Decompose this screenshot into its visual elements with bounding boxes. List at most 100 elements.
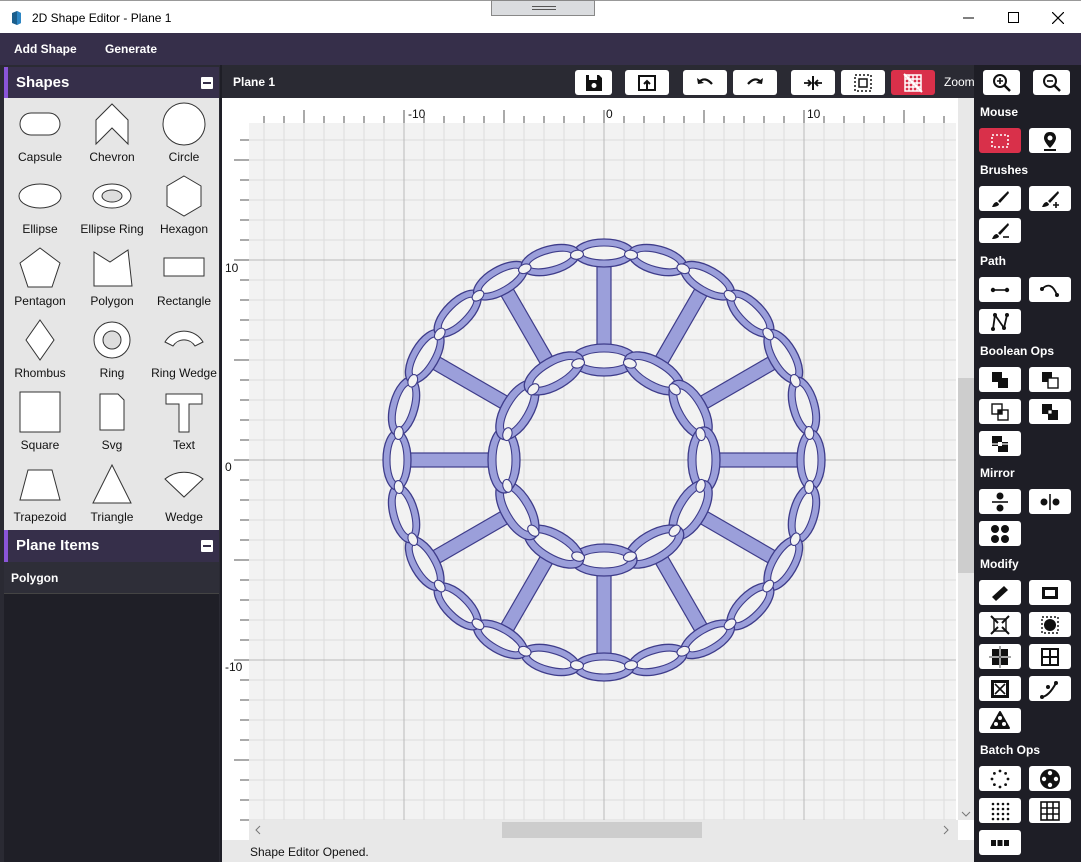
inset-icon [991,679,1009,698]
union-icon [992,371,1008,388]
plane-item-polygon[interactable]: Polygon [4,562,219,594]
shape-label: Hexagon [159,222,209,236]
shape-label: Polygon [90,294,134,308]
menu-generate[interactable]: Generate [105,42,157,56]
shape-label: Svg [101,438,123,452]
shape-ring[interactable]: Ring [76,314,148,386]
vertical-scrollbar-thumb[interactable] [958,378,974,573]
ruler-label: 10 [807,107,821,121]
outline-icon [1042,586,1058,599]
collapse-shapes-button[interactable] [201,77,213,89]
minimize-icon [962,17,974,19]
window-drag-grip[interactable] [491,0,595,16]
save-button[interactable] [575,70,612,95]
undo-button[interactable] [683,70,727,95]
polygon-icon [93,249,133,287]
rhombus-icon [25,319,55,361]
divide-button[interactable] [979,431,1021,456]
pentagon-icon [19,247,61,288]
grid-toggle-button[interactable] [891,70,935,95]
menu-add-shape[interactable]: Add Shape [14,42,77,56]
rectangle-select-icon [991,133,1009,148]
chain-link-hole [579,551,629,569]
fit-button[interactable] [791,70,835,95]
chain-link-hole [579,351,629,369]
split-button[interactable] [979,644,1021,669]
chain-link-hole [581,659,627,675]
collapse-plane-items-button[interactable] [201,540,213,552]
subtract-button[interactable] [1029,367,1071,392]
shape-ellipse-ring[interactable]: Ellipse Ring [76,170,148,242]
shape-ring-wedge[interactable]: Ring Wedge [148,314,220,386]
mirror-vertical-button[interactable] [979,489,1021,514]
dot-grid-icon [991,802,1010,820]
intersect-button[interactable] [979,399,1021,424]
shape-label: Pentagon [14,294,66,308]
shape-circle[interactable]: Circle [148,98,220,170]
dot-grid-button[interactable] [979,798,1021,823]
pin-button[interactable] [1029,128,1071,153]
close-button[interactable] [1035,1,1081,34]
shape-chevron[interactable]: Chevron [76,98,148,170]
linear-array-icon [991,839,1009,846]
shape-square[interactable]: Square [4,386,76,458]
horizontal-scrollbar-thumb[interactable] [502,822,702,838]
line-path-button[interactable] [979,277,1021,302]
undo-icon [697,77,713,85]
minimize-button[interactable] [945,1,991,34]
brush-subtract-button[interactable] [979,218,1021,243]
shape-triangle[interactable]: Triangle [76,458,148,530]
redo-icon [747,77,763,85]
exclude-button[interactable] [1029,399,1071,424]
zoom-in-button[interactable] [983,70,1020,95]
shape-trapezoid[interactable]: Trapezoid [4,458,76,530]
curve-path-button[interactable] [1029,277,1071,302]
brush-add-button[interactable] [1029,186,1071,211]
shape-capsule[interactable]: Capsule [4,98,76,170]
shape-pentagon[interactable]: Pentagon [4,242,76,314]
grid-array-button[interactable] [1029,798,1071,823]
shape-hexagon[interactable]: Hexagon [148,170,220,242]
ruler-label: -10 [408,107,426,121]
curve-path-icon [1040,284,1059,297]
zoom-out-button[interactable] [1033,70,1070,95]
circle-pattern-button[interactable] [1029,766,1071,791]
title-bar: 2D Shape Editor - Plane 1 [0,0,1081,33]
brush-button[interactable] [979,186,1021,211]
mirror-quad-button[interactable] [979,521,1021,546]
status-text: Shape Editor Opened. [250,845,369,859]
maximize-button[interactable] [990,1,1036,34]
drawing-canvas[interactable]: -10 0 10 10 0 -10 [222,98,974,840]
mirror-horizontal-button[interactable] [1029,489,1071,514]
bend-button[interactable] [1029,676,1071,701]
shape-label: Ellipse [22,222,58,236]
redo-button[interactable] [733,70,777,95]
export-button[interactable] [625,70,669,95]
round-corners-button[interactable] [1029,612,1071,637]
triangulate-button[interactable] [979,708,1021,733]
bend-icon [1040,680,1058,699]
outline-button[interactable] [1029,580,1071,605]
shape-label: Circle [168,150,200,164]
skew-button[interactable] [979,580,1021,605]
shape-rectangle[interactable]: Rectangle [148,242,220,314]
mirror-vertical-icon [992,492,1008,511]
circular-array-button[interactable] [979,766,1021,791]
canvas-svg[interactable]: -10 0 10 10 0 -10 [222,98,974,840]
expand-button[interactable] [979,612,1021,637]
shape-svg[interactable]: Svg [76,386,148,458]
inset-button[interactable] [979,676,1021,701]
mirror-quad-icon [990,523,1010,544]
shape-text[interactable]: Text [148,386,220,458]
shape-polygon[interactable]: Polygon [76,242,148,314]
linear-array-button[interactable] [979,830,1021,855]
grid-split-button[interactable] [1029,644,1071,669]
freeform-path-button[interactable] [979,309,1021,334]
brush-subtract-icon [992,222,1009,239]
shape-wedge[interactable]: Wedge [148,458,220,530]
rectangle-select-button[interactable] [979,128,1021,153]
shape-rhombus[interactable]: Rhombus [4,314,76,386]
select-all-button[interactable] [841,70,885,95]
union-button[interactable] [979,367,1021,392]
shape-ellipse[interactable]: Ellipse [4,170,76,242]
